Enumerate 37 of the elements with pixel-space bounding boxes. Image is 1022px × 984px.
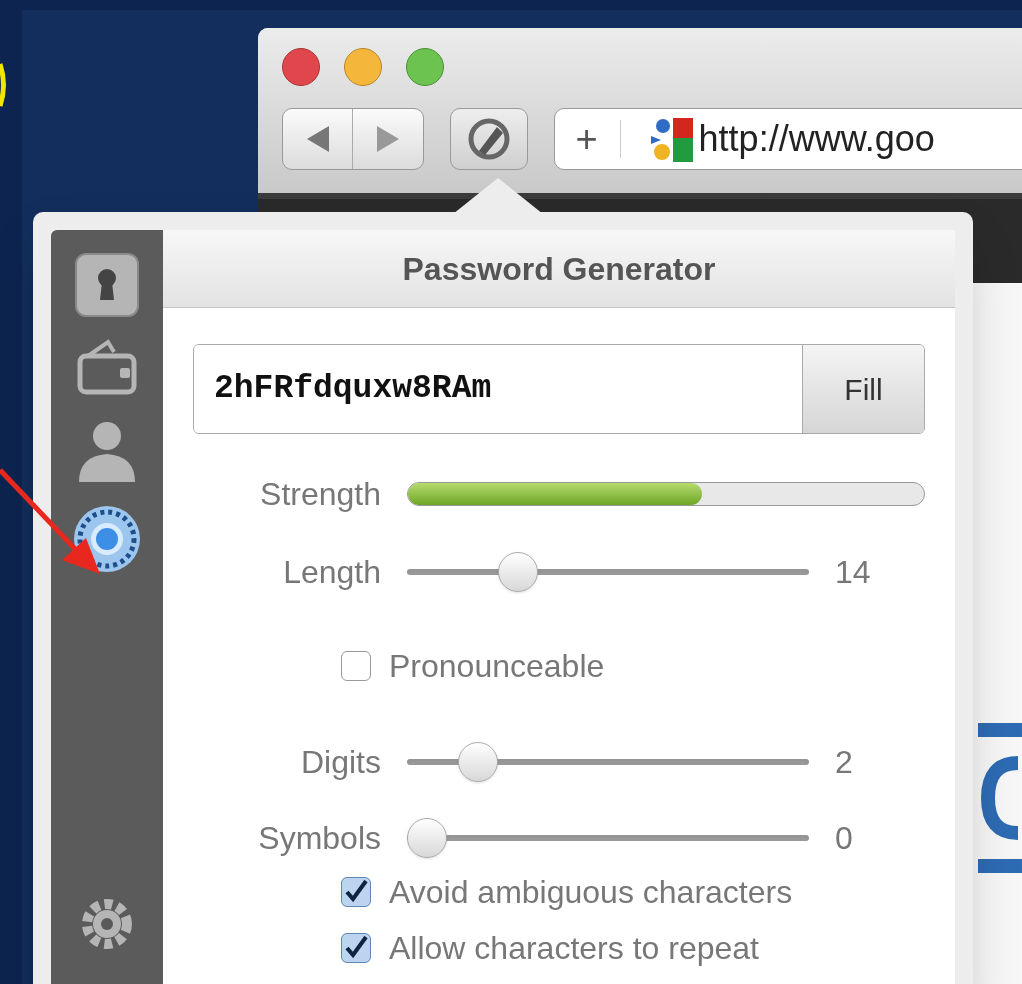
minimize-button[interactable] bbox=[344, 48, 382, 86]
pronounceable-option[interactable]: Pronounceable bbox=[341, 642, 925, 690]
strength-label: Strength bbox=[259, 475, 381, 514]
slider-thumb[interactable] bbox=[457, 742, 498, 782]
slider-thumb[interactable] bbox=[497, 552, 538, 592]
slider[interactable] bbox=[407, 818, 809, 858]
fill-button[interactable]: Fill bbox=[802, 345, 924, 433]
slider-value: 0 bbox=[835, 819, 854, 858]
url-text: http://www.goo bbox=[698, 117, 935, 161]
option-label: Avoid ambiguous characters bbox=[389, 873, 793, 912]
slider[interactable] bbox=[407, 552, 809, 592]
slider-label: Digits bbox=[300, 743, 381, 782]
slider-thumb[interactable] bbox=[407, 818, 447, 858]
highlight-mark bbox=[0, 62, 8, 108]
length-label: Length bbox=[282, 553, 381, 592]
checkbox[interactable] bbox=[341, 651, 371, 681]
panel-title: Password Generator bbox=[402, 249, 716, 289]
logo-fragment-icon bbox=[978, 723, 1022, 873]
zoom-button[interactable] bbox=[406, 48, 444, 86]
slider[interactable] bbox=[407, 742, 809, 782]
slider-label: Symbols bbox=[257, 819, 381, 858]
option-row[interactable]: Allow characters to repeat bbox=[341, 928, 925, 968]
option-label: Pronounceable bbox=[389, 647, 605, 686]
option-label: Allow characters to repeat bbox=[389, 929, 759, 968]
keyhole-icon[interactable] bbox=[74, 252, 140, 318]
checkbox[interactable] bbox=[341, 933, 371, 963]
checkbox[interactable] bbox=[341, 877, 371, 907]
length-value: 14 bbox=[835, 553, 872, 592]
slider-value: 2 bbox=[835, 743, 854, 782]
check-icon bbox=[343, 879, 369, 905]
password-field[interactable]: 2hFRfdquxw8RAm Fill bbox=[193, 344, 925, 434]
option-row[interactable]: Avoid ambiguous characters bbox=[341, 872, 925, 912]
address-bar[interactable]: + http://www.goo bbox=[554, 108, 1022, 170]
close-button[interactable] bbox=[282, 48, 320, 86]
extension-button[interactable] bbox=[449, 108, 529, 170]
check-icon bbox=[343, 935, 369, 961]
add-button[interactable]: + bbox=[575, 120, 621, 158]
